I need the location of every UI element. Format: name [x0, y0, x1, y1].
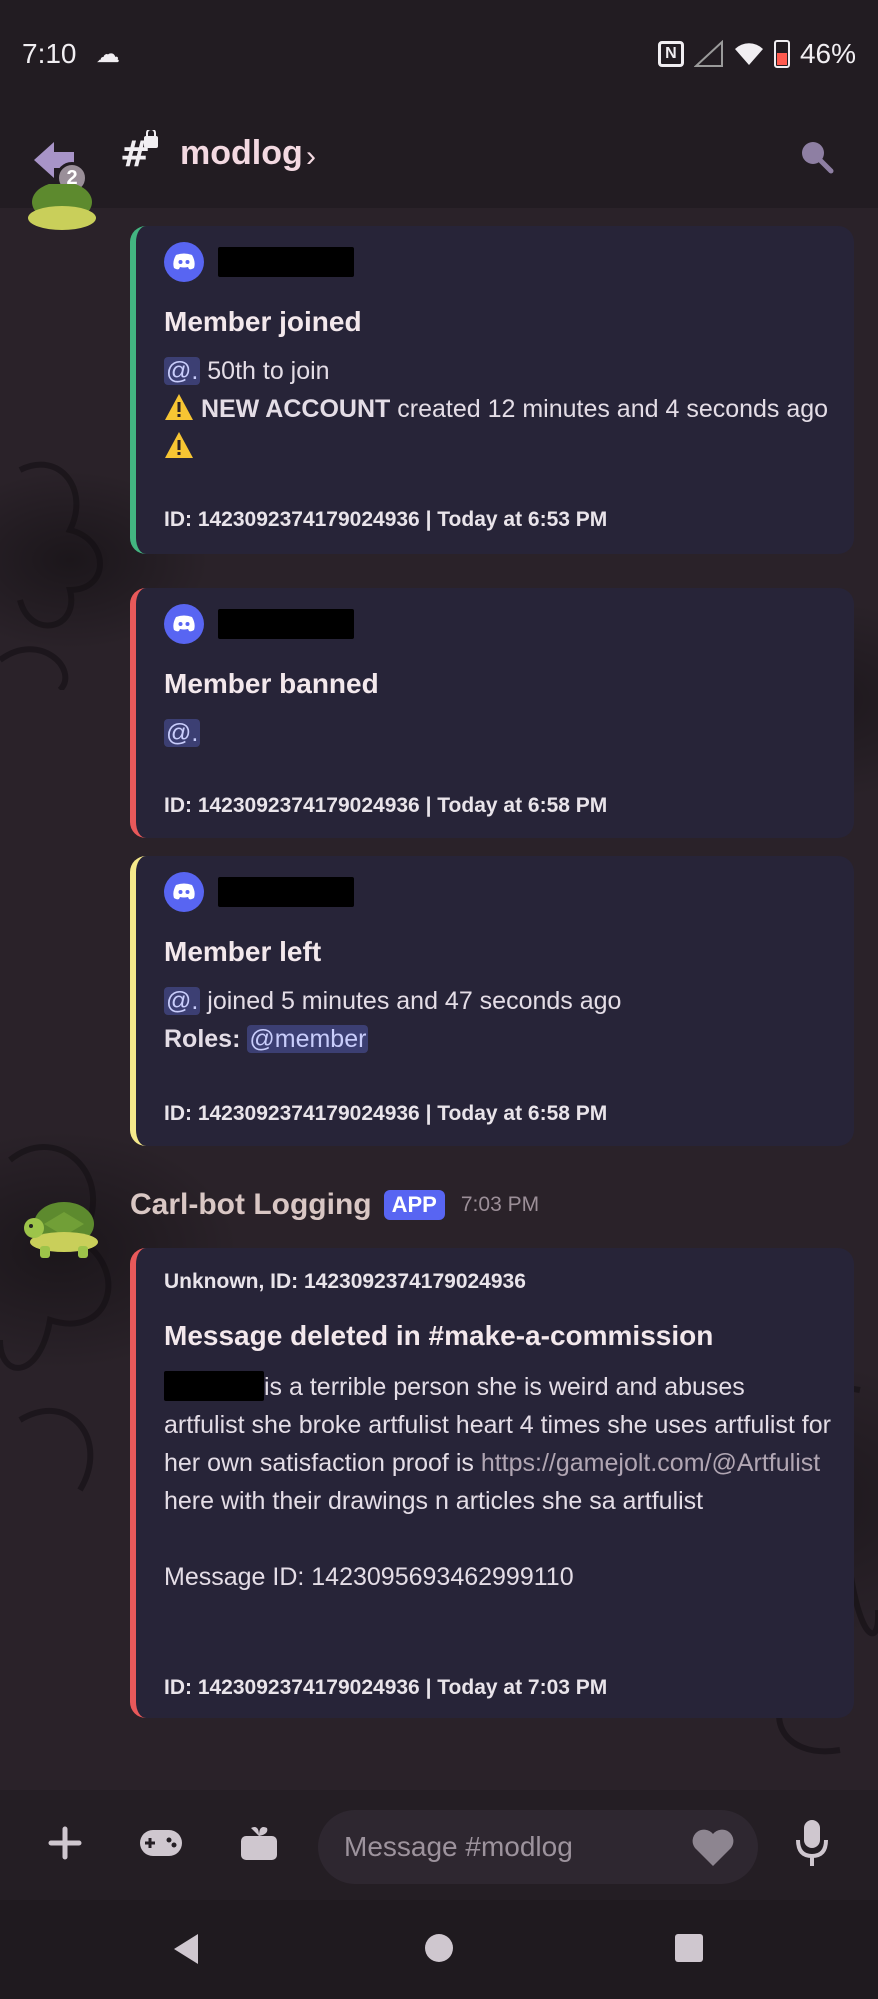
embed-footer: ID: 1423092374179024936 | Today at 7:03 …: [164, 1676, 608, 1699]
embed-title: Member banned: [164, 668, 379, 699]
add-icon[interactable]: [40, 1818, 90, 1868]
microphone-icon[interactable]: [792, 1818, 832, 1870]
discord-logo-icon: [164, 872, 204, 912]
message-timestamp: 7:03 PM: [460, 1193, 540, 1216]
turtle-avatar-icon[interactable]: [22, 184, 102, 234]
redacted-username: [218, 609, 354, 639]
redacted-username: [218, 247, 354, 277]
user-mention[interactable]: @.: [164, 357, 201, 385]
embed-footer: ID: 1423092374179024936 | Today at 6:53 …: [164, 508, 608, 531]
roles-label: Roles:: [164, 1025, 241, 1053]
warning-icon: [165, 432, 193, 458]
gamepad-icon[interactable]: [136, 1818, 186, 1868]
embed-author-line: Unknown, ID: 1423092374179024936: [164, 1270, 526, 1293]
nav-recents-icon[interactable]: [674, 1933, 704, 1963]
wifi-icon: [734, 43, 763, 65]
proof-link[interactable]: https://gamejolt.com/@Artfulist: [481, 1449, 820, 1477]
composer-bar: [0, 1790, 878, 1900]
flower-decoration: [0, 1144, 112, 1492]
embed-title: Message deleted in #make-a-commission: [164, 1320, 714, 1351]
embed-member-banned: Member banned @. ID: 1423092374179024936…: [130, 588, 854, 838]
embed-member-joined: Member joined @. 50th to join NEW ACCOUN…: [130, 226, 854, 554]
redacted-username: [218, 877, 354, 907]
embed-body: @. joined 5 minutes and 47 seconds ago R…: [164, 987, 622, 1053]
locked-channel-icon: #: [120, 130, 158, 174]
channel-header: 2 # modlog ›: [0, 110, 878, 208]
flower-decoration: [0, 461, 103, 690]
embed-message-deleted: Unknown, ID: 1423092374179024936 Message…: [130, 1248, 854, 1718]
embed-footer: ID: 1423092374179024936 | Today at 6:58 …: [164, 1102, 608, 1125]
user-mention[interactable]: @.: [164, 719, 201, 747]
embed-member-left: Member left @. joined 5 minutes and 47 s…: [130, 856, 854, 1146]
nav-back-icon[interactable]: [170, 1932, 202, 1966]
status-time: 7:10: [22, 38, 77, 69]
status-bar: 7:10 ☁ N 46%: [0, 0, 878, 110]
embed-body: is a terrible person she is weird and ab…: [164, 1371, 831, 1591]
embed-footer: ID: 1423092374179024936 | Today at 6:58 …: [164, 794, 608, 817]
system-nav-bar: [0, 1900, 878, 1999]
nav-home-icon[interactable]: [423, 1932, 455, 1964]
chevron-right-icon[interactable]: ›: [306, 140, 316, 174]
role-mention[interactable]: @member: [247, 1025, 369, 1053]
nfc-icon: N: [657, 41, 684, 67]
embed-title: Member joined: [164, 306, 362, 337]
warning-icon: [165, 394, 193, 420]
gift-icon[interactable]: [234, 1818, 284, 1868]
discord-logo-icon: [164, 242, 204, 282]
search-icon[interactable]: [796, 136, 836, 176]
battery-percent: 46%: [799, 38, 856, 69]
battery-icon: [773, 40, 790, 68]
user-mention[interactable]: @.: [164, 987, 201, 1015]
channel-title[interactable]: modlog: [180, 134, 303, 173]
message-author[interactable]: Carl-bot Logging: [130, 1188, 372, 1222]
signal-icon: [693, 40, 723, 67]
cloud-icon: ☁: [96, 41, 120, 68]
turtle-avatar-icon[interactable]: [22, 1196, 102, 1260]
message-id: Message ID: 1423095693462999110: [164, 1563, 574, 1591]
message-header: Carl-bot Logging APP 7:03 PM: [130, 1188, 539, 1222]
app-badge: APP: [383, 1190, 445, 1220]
discord-logo-icon: [164, 604, 204, 644]
heart-icon[interactable]: [690, 1826, 736, 1868]
embed-body: @.: [164, 714, 832, 752]
redacted-username: [164, 1371, 264, 1401]
embed-title: Member left: [164, 936, 322, 967]
embed-body: @. 50th to join NEW ACCOUNT created 12 m…: [164, 352, 832, 466]
